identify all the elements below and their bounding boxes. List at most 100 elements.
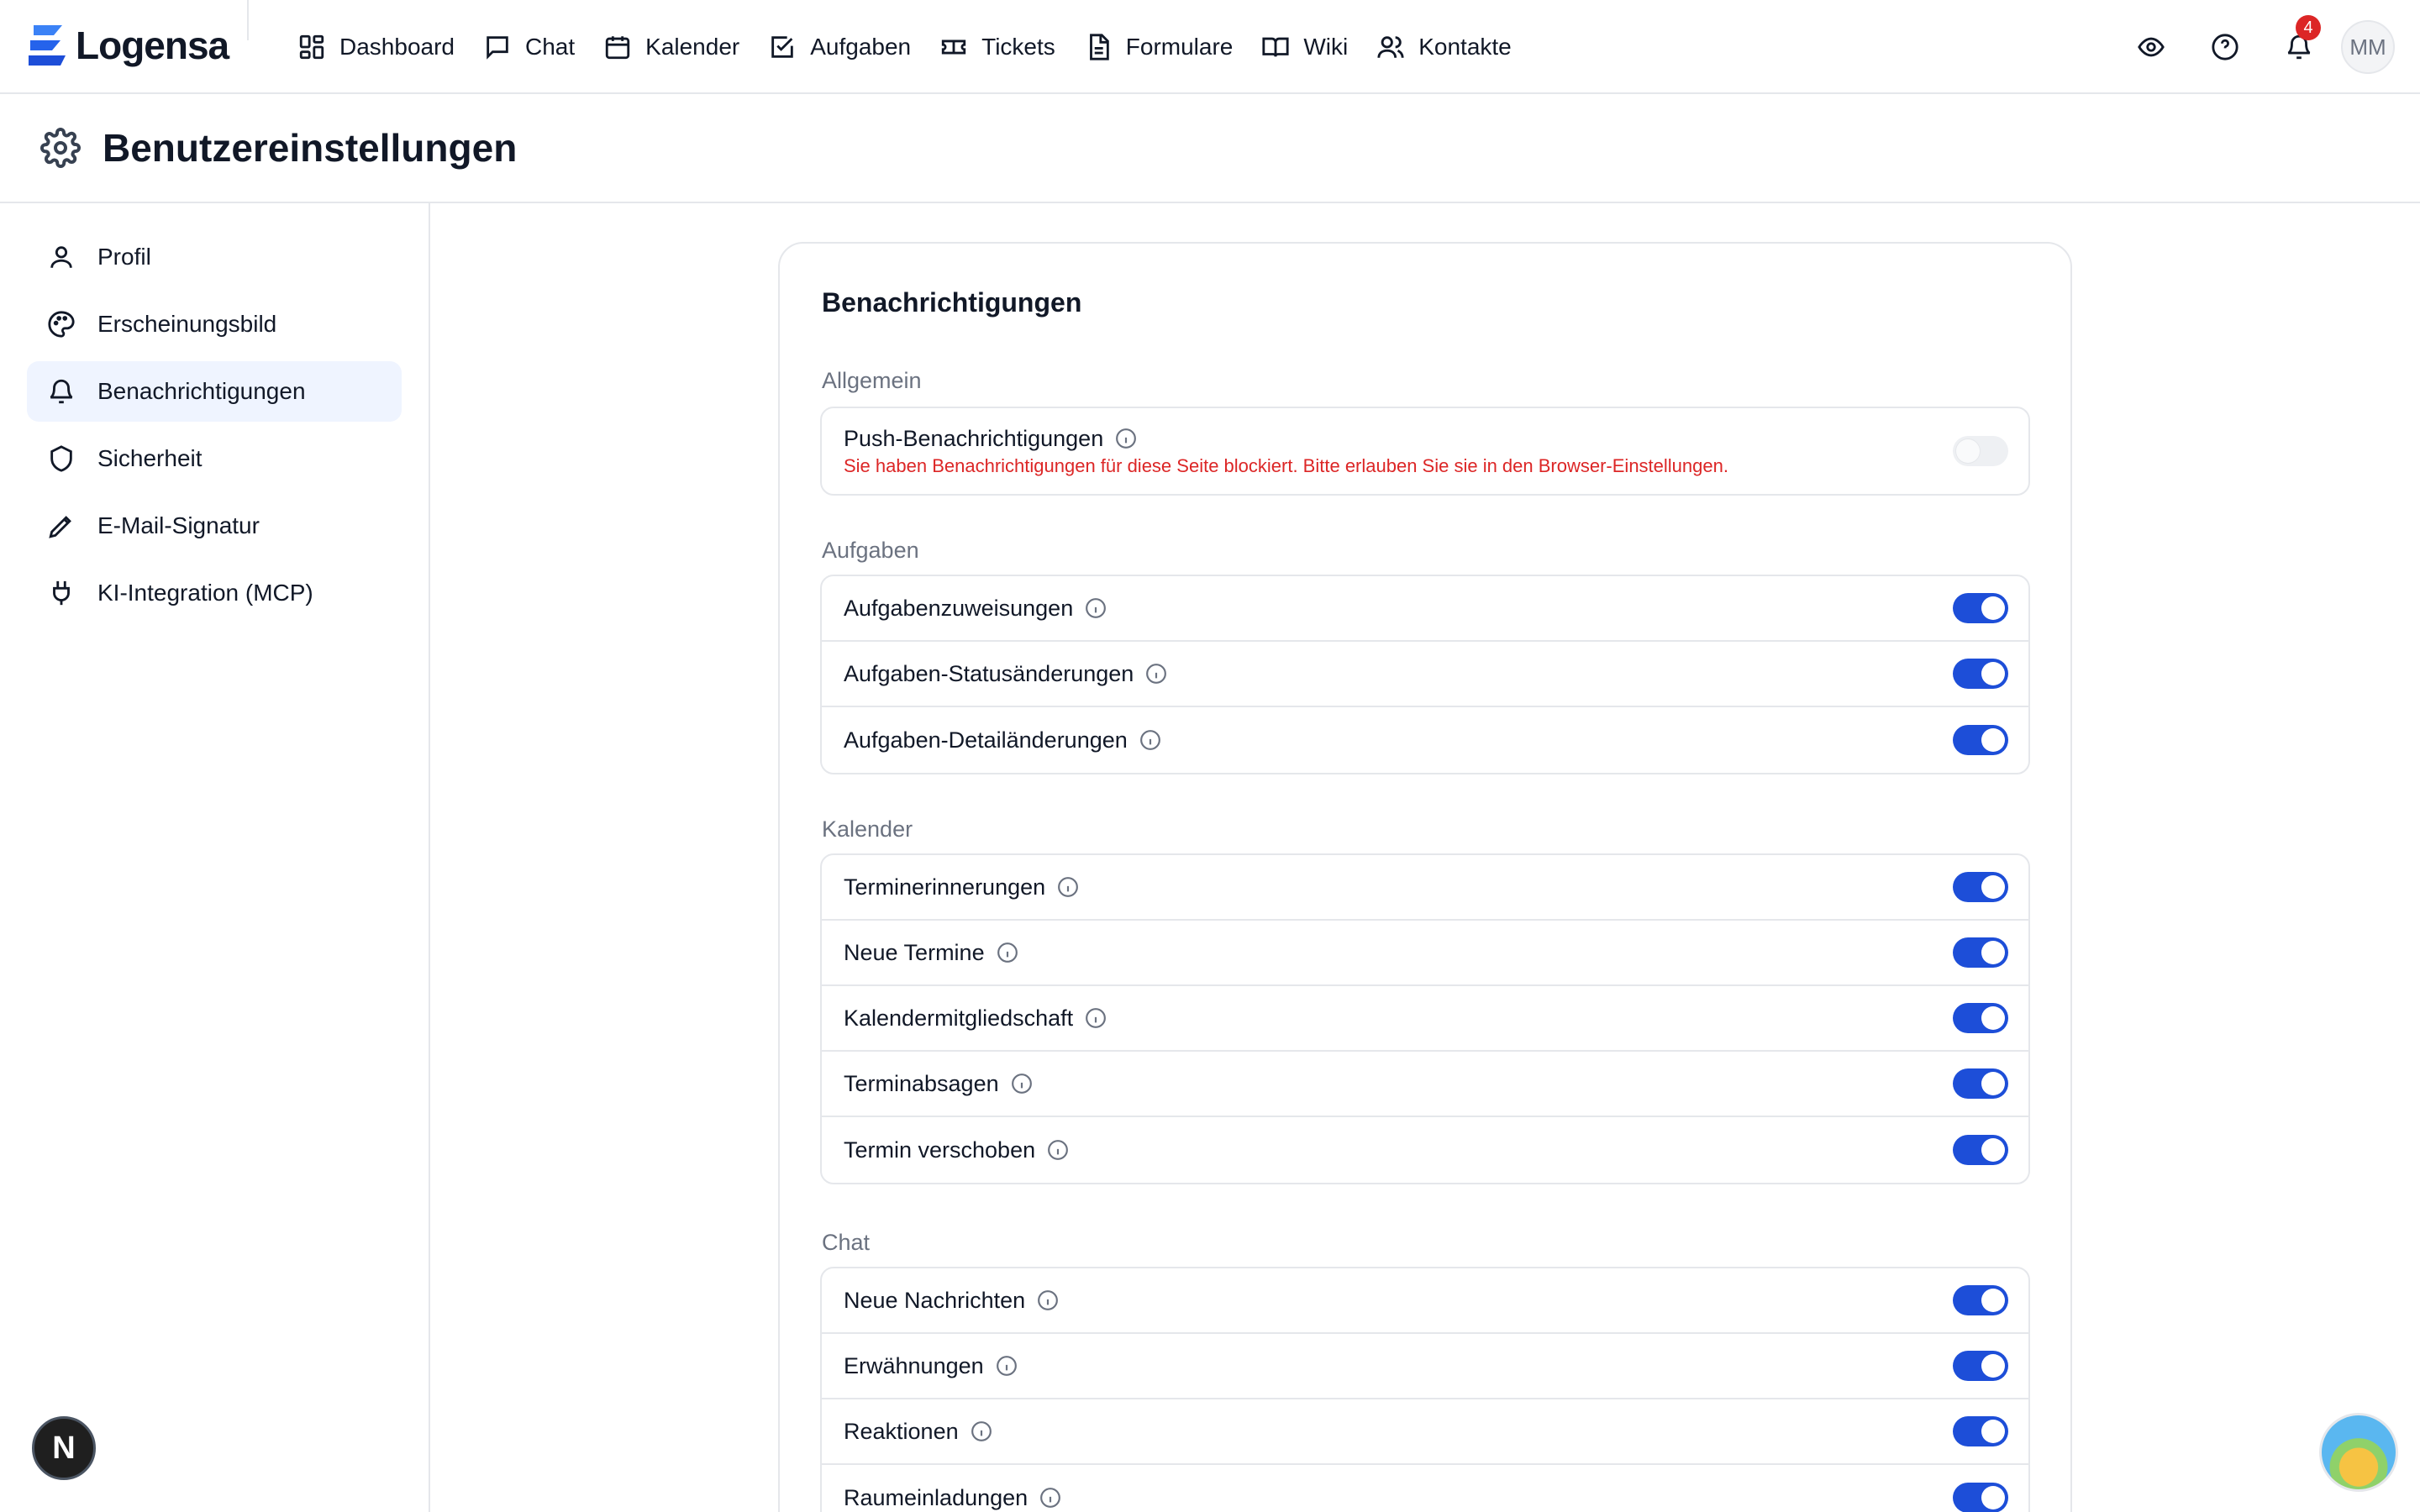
page-header: Benutzereinstellungen [0,94,2420,203]
pen-icon [49,516,71,538]
vacation-status-icon[interactable] [2319,1413,2398,1492]
new-messages-toggle[interactable] [1953,1285,2008,1315]
setting-label: Termin verschoben [844,1137,1036,1163]
plug-icon [53,580,70,606]
setting-label: Terminerinnerungen [844,874,1046,900]
setting-label: Aufgaben-Detailänderungen [844,727,1128,753]
sidebar-item-email-signature[interactable]: E-Mail-Signatur [27,496,402,556]
task-status-changes-toggle[interactable] [1953,659,2008,689]
palette-icon [48,311,75,338]
settings-sidebar: Profil Erscheinungsbild Benachrichtigung… [0,203,430,1512]
book-icon [1262,37,1289,57]
bell-icon [50,379,73,404]
setting-label: Kalendermitgliedschaft [844,1005,1074,1031]
task-assignments-toggle[interactable] [1953,593,2008,623]
nav-item-contacts[interactable]: Kontakte [1373,24,1537,71]
sidebar-item-profile[interactable]: Profil [27,227,402,287]
setting-label: Reaktionen [844,1418,959,1444]
help-circle-icon [2212,34,2238,60]
info-icon[interactable] [1145,663,1167,685]
gear-icon [40,128,81,168]
sidebar-item-label: Benachrichtigungen [97,378,306,404]
setting-label: Erwähnungen [844,1352,984,1378]
notification-count-badge: 4 [2296,15,2321,40]
room-invitations-toggle[interactable] [1953,1483,2008,1512]
nav-item-label: Dashboard [339,34,455,60]
devtools-button[interactable]: N [32,1416,96,1480]
task-checkbox-icon [771,36,793,58]
eye-icon [2138,37,2165,57]
app-root: Logensa Dashboard Chat Kalender Aufgaben [0,0,2420,1512]
user-icon [50,246,72,268]
info-icon[interactable] [1085,1007,1107,1029]
sidebar-item-notifications[interactable]: Benachrichtigungen [27,361,402,422]
task-detail-changes-toggle[interactable] [1953,725,2008,755]
page-title: Benutzereinstellungen [103,126,518,170]
setting-row: Kalendermitgliedschaft [822,986,2028,1052]
form-document-icon [1089,34,1109,60]
nav-item-tickets[interactable]: Tickets [936,24,1081,71]
top-navbar: Logensa Dashboard Chat Kalender Aufgaben [0,0,2420,94]
nav-item-calendar[interactable]: Kalender [600,24,765,71]
dashboard-icon [299,34,324,60]
setting-row: Raumeinladungen [822,1465,2028,1512]
mentions-toggle[interactable] [1953,1351,2008,1381]
nav-item-dashboard[interactable]: Dashboard [294,24,480,71]
setting-row-push: Push-Benachrichtigungen Sie haben Benach… [822,408,2028,494]
nav-item-wiki[interactable]: Wiki [1258,24,1373,71]
sidebar-item-label: KI-Integration (MCP) [97,580,313,606]
new-events-toggle[interactable] [1953,937,2008,968]
help-button[interactable] [2198,20,2252,74]
contacts-icon [1377,36,1404,58]
setting-label: Aufgabenzuweisungen [844,595,1074,621]
info-icon[interactable] [1085,597,1107,619]
info-icon[interactable] [1057,876,1079,898]
setting-row: Erwähnungen [822,1334,2028,1399]
info-icon[interactable] [997,942,1018,963]
calendar-membership-toggle[interactable] [1953,1003,2008,1033]
settings-group-calendar: Terminerinnerungen Neue Termine Kalender… [820,853,2030,1184]
info-icon[interactable] [1139,729,1161,751]
event-reminders-toggle[interactable] [1953,872,2008,902]
logo[interactable]: Logensa [27,22,229,69]
push-notifications-toggle[interactable] [1953,436,2008,466]
preview-button[interactable] [2124,20,2178,74]
setting-label: Neue Termine [844,939,985,965]
user-avatar[interactable]: MM [2341,20,2395,74]
sidebar-item-label: Erscheinungsbild [97,311,277,337]
settings-group-chat: Neue Nachrichten Erwähnungen Reaktionen … [820,1267,2030,1512]
sidebar-item-ai-integration[interactable]: KI-Integration (MCP) [27,563,402,623]
info-icon[interactable] [1011,1073,1033,1095]
shield-icon [50,445,72,472]
info-icon[interactable] [996,1355,1018,1377]
nav-item-label: Wiki [1303,34,1349,60]
sidebar-item-appearance[interactable]: Erscheinungsbild [27,294,402,354]
top-actions: 4 MM [2104,15,2395,74]
reactions-toggle[interactable] [1953,1416,2008,1446]
event-rescheduled-toggle[interactable] [1953,1135,2008,1165]
settings-group-tasks: Aufgabenzuweisungen Aufgaben-Statusänder… [820,575,2030,774]
info-icon[interactable] [971,1420,992,1442]
setting-label: Terminabsagen [844,1070,999,1096]
section-label-general: Allgemein [822,368,922,393]
sidebar-item-security[interactable]: Sicherheit [27,428,402,489]
nav-item-label: Kalender [645,34,740,60]
nav-item-tasks[interactable]: Aufgaben [765,24,936,71]
info-icon[interactable] [1037,1289,1059,1311]
ticket-icon [941,39,966,55]
nav-item-chat[interactable]: Chat [480,24,600,71]
setting-label: Neue Nachrichten [844,1287,1026,1313]
info-icon[interactable] [1115,428,1137,449]
settings-group-general: Push-Benachrichtigungen Sie haben Benach… [820,407,2030,496]
sidebar-item-label: Profil [97,244,151,270]
nav-item-label: Chat [524,34,576,60]
info-icon[interactable] [1039,1487,1061,1509]
nav-item-forms[interactable]: Formulare [1081,24,1259,71]
sidebar-item-label: E-Mail-Signatur [97,512,260,538]
setting-row: Aufgabenzuweisungen [822,576,2028,642]
sidebar-item-label: Sicherheit [97,445,203,471]
setting-row: Terminerinnerungen [822,855,2028,921]
notifications-button[interactable]: 4 [2272,15,2326,74]
event-cancellations-toggle[interactable] [1953,1068,2008,1099]
info-icon[interactable] [1047,1139,1069,1161]
